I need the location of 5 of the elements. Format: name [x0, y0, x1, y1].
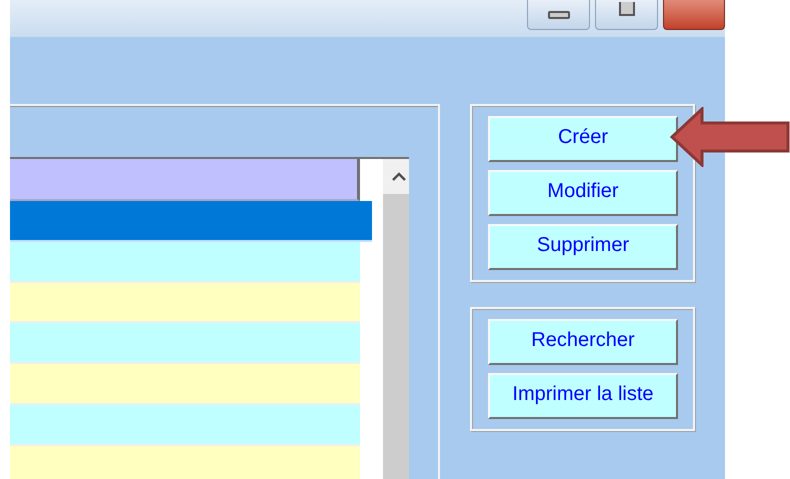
action-button[interactable]: Supprimer	[488, 224, 678, 270]
action-button[interactable]: Modifier	[488, 170, 678, 216]
action-button[interactable]: Imprimer la liste	[488, 373, 678, 419]
action-button[interactable]: Rechercher	[488, 319, 678, 365]
action-button[interactable]: Créer	[488, 116, 678, 162]
